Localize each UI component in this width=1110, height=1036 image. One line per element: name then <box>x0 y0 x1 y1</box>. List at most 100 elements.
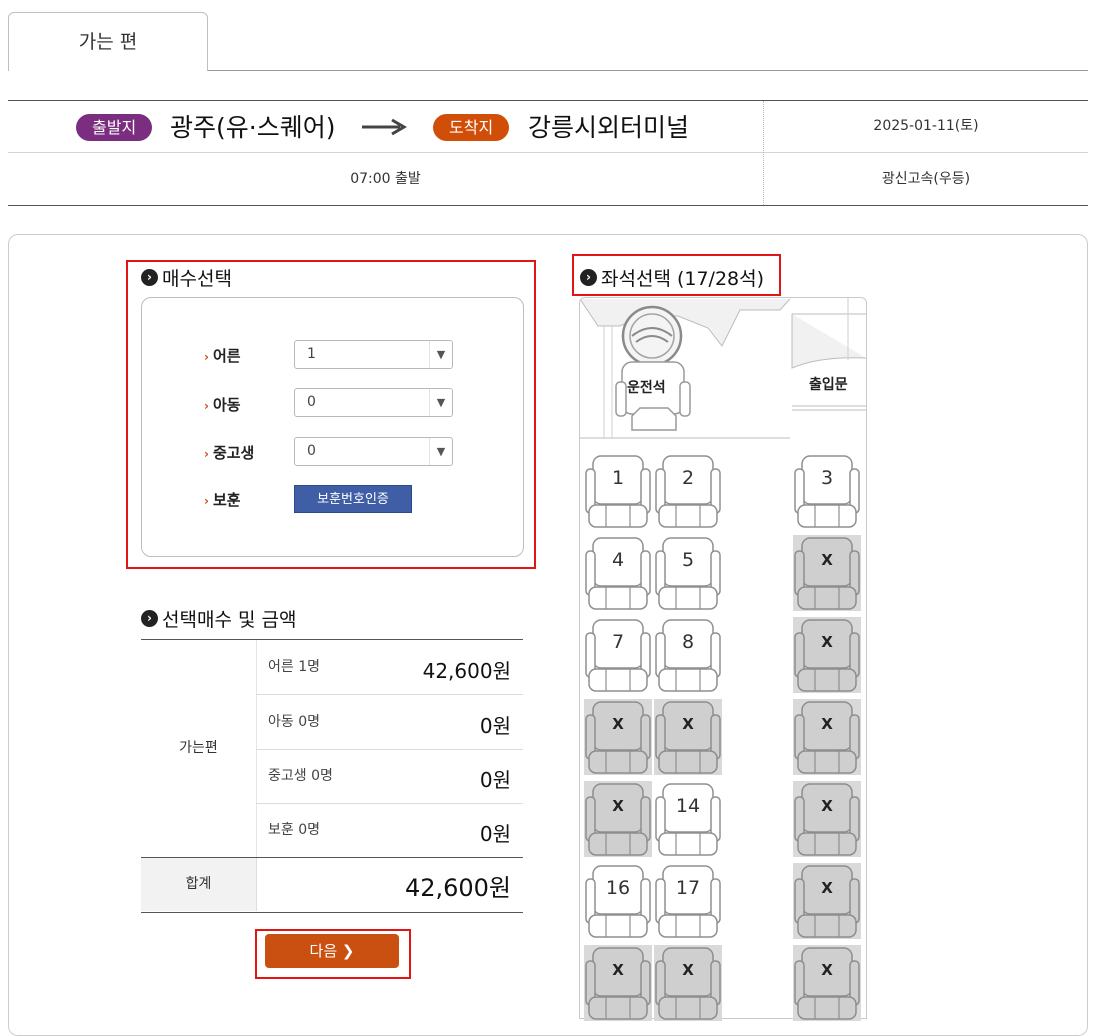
student-count-select[interactable]: 0 ▼ <box>294 437 453 466</box>
child-label: › 아동 <box>204 394 241 415</box>
price-row-amount: 42,600원 <box>422 659 511 683</box>
seat-sold: X <box>793 863 861 939</box>
chevron-down-icon: ▼ <box>429 438 452 465</box>
driver-seat-label: 운전석 <box>627 380 666 396</box>
seat-available[interactable]: 2 <box>654 453 722 529</box>
chevron-down-icon: ▼ <box>429 389 452 416</box>
chevron-right-icon: › <box>204 447 209 461</box>
ticket-count-box <box>141 297 524 557</box>
departure-time: 07:00 출발 <box>350 171 421 187</box>
child-count-select[interactable]: 0 ▼ <box>294 388 453 417</box>
seat-sold: X <box>793 781 861 857</box>
price-section-title-text: 선택매수 및 금액 <box>162 609 297 631</box>
child-label-text: 아동 <box>212 396 241 414</box>
seat-sold: X <box>584 781 652 857</box>
seat-sold: X <box>584 945 652 1021</box>
seat-number: X <box>682 961 694 979</box>
child-count-value: 0 <box>307 394 316 410</box>
chevron-right-icon: › <box>204 350 209 364</box>
chevron-right-icon: › <box>204 494 209 508</box>
arrival-place: 강릉시외터미널 <box>528 113 690 142</box>
total-amount: 42,600원 <box>404 874 511 902</box>
seat-sold: X <box>584 699 652 775</box>
seat-number: X <box>821 879 833 897</box>
chevron-circle-icon: › <box>141 610 158 627</box>
seat-number: X <box>821 715 833 733</box>
seat-number: 17 <box>675 877 701 899</box>
price-row-divider <box>256 749 523 750</box>
seat-sold: X <box>793 535 861 611</box>
next-button[interactable]: 다음 ❯ <box>265 934 399 968</box>
bus-company: 광신고속(우등) <box>881 171 971 187</box>
seat-number: 5 <box>681 549 695 571</box>
chevron-circle-icon: › <box>580 269 597 286</box>
seat-number: 1 <box>611 467 625 489</box>
route-bottom-line <box>8 205 1088 206</box>
seat-number: 2 <box>681 467 695 489</box>
seat-number: 16 <box>605 877 631 899</box>
adult-label: › 어른 <box>204 345 241 366</box>
seat-number: 4 <box>611 549 625 571</box>
price-group-label: 가는편 <box>179 740 218 756</box>
total-divider <box>256 858 257 911</box>
price-section-title: › 선택매수 및 금액 <box>141 605 296 632</box>
seat-number: 7 <box>611 631 625 653</box>
student-label-text: 중고생 <box>212 444 255 462</box>
seat-number: 8 <box>681 631 695 653</box>
seat-available[interactable]: 17 <box>654 863 722 939</box>
seat-number: X <box>612 961 624 979</box>
veteran-verify-button[interactable]: 보훈번호인증 <box>294 485 412 513</box>
ticket-section-title-text: 매수선택 <box>162 268 232 290</box>
seat-number: X <box>821 633 833 651</box>
door-label: 출입문 <box>809 377 848 393</box>
seat-number: X <box>612 797 624 815</box>
departure-place: 광주(유·스퀘어) <box>170 113 336 142</box>
seat-number: X <box>612 715 624 733</box>
seat-sold: X <box>654 945 722 1021</box>
price-row-label: 어른 1명 <box>268 659 320 675</box>
seat-available[interactable]: 14 <box>654 781 722 857</box>
veteran-label: › 보훈 <box>204 489 241 510</box>
seat-available[interactable]: 16 <box>584 863 652 939</box>
chevron-down-icon: ▼ <box>429 341 452 368</box>
route-arrow-icon <box>362 118 407 136</box>
departure-badge: 출발지 <box>76 114 153 141</box>
departure-date: 2025-01-11(토) <box>873 118 979 134</box>
seat-available[interactable]: 5 <box>654 535 722 611</box>
seat-number: X <box>821 551 833 569</box>
seat-available[interactable]: 7 <box>584 617 652 693</box>
ticket-section-title: › 매수선택 <box>141 264 232 291</box>
tab-outbound[interactable]: 가는 편 <box>8 12 208 71</box>
price-table-top-line <box>141 639 523 640</box>
driver-seat-icon <box>615 361 691 431</box>
seat-available[interactable]: 1 <box>584 453 652 529</box>
price-row-amount: 0원 <box>479 768 511 792</box>
price-row-label: 중고생 0명 <box>268 768 333 784</box>
seat-available[interactable]: 3 <box>793 453 861 529</box>
seat-number: X <box>821 797 833 815</box>
seat-sold: X <box>793 945 861 1021</box>
seat-available[interactable]: 8 <box>654 617 722 693</box>
price-row-label: 보훈 0명 <box>268 822 320 838</box>
student-count-value: 0 <box>307 443 316 459</box>
seat-sold: X <box>793 699 861 775</box>
price-row-divider <box>256 694 523 695</box>
price-row-label: 아동 0명 <box>268 714 320 730</box>
adult-label-text: 어른 <box>212 347 241 365</box>
seat-number: X <box>821 961 833 979</box>
price-row-amount: 0원 <box>479 822 511 846</box>
seat-available[interactable]: 4 <box>584 535 652 611</box>
seat-section-title: › 좌석선택 (17/28석) <box>580 264 764 291</box>
seat-number: X <box>682 715 694 733</box>
seat-number: 3 <box>820 467 834 489</box>
adult-count-value: 1 <box>307 346 316 362</box>
seat-number: 14 <box>675 795 701 817</box>
adult-count-select[interactable]: 1 ▼ <box>294 340 453 369</box>
steering-wheel-icon <box>621 305 683 367</box>
seat-sold: X <box>793 617 861 693</box>
chevron-circle-icon: › <box>141 269 158 286</box>
veteran-label-text: 보훈 <box>212 491 241 509</box>
seat-section-title-text: 좌석선택 (17/28석) <box>601 268 765 290</box>
student-label: › 중고생 <box>204 442 254 463</box>
total-label: 합계 <box>141 858 256 911</box>
